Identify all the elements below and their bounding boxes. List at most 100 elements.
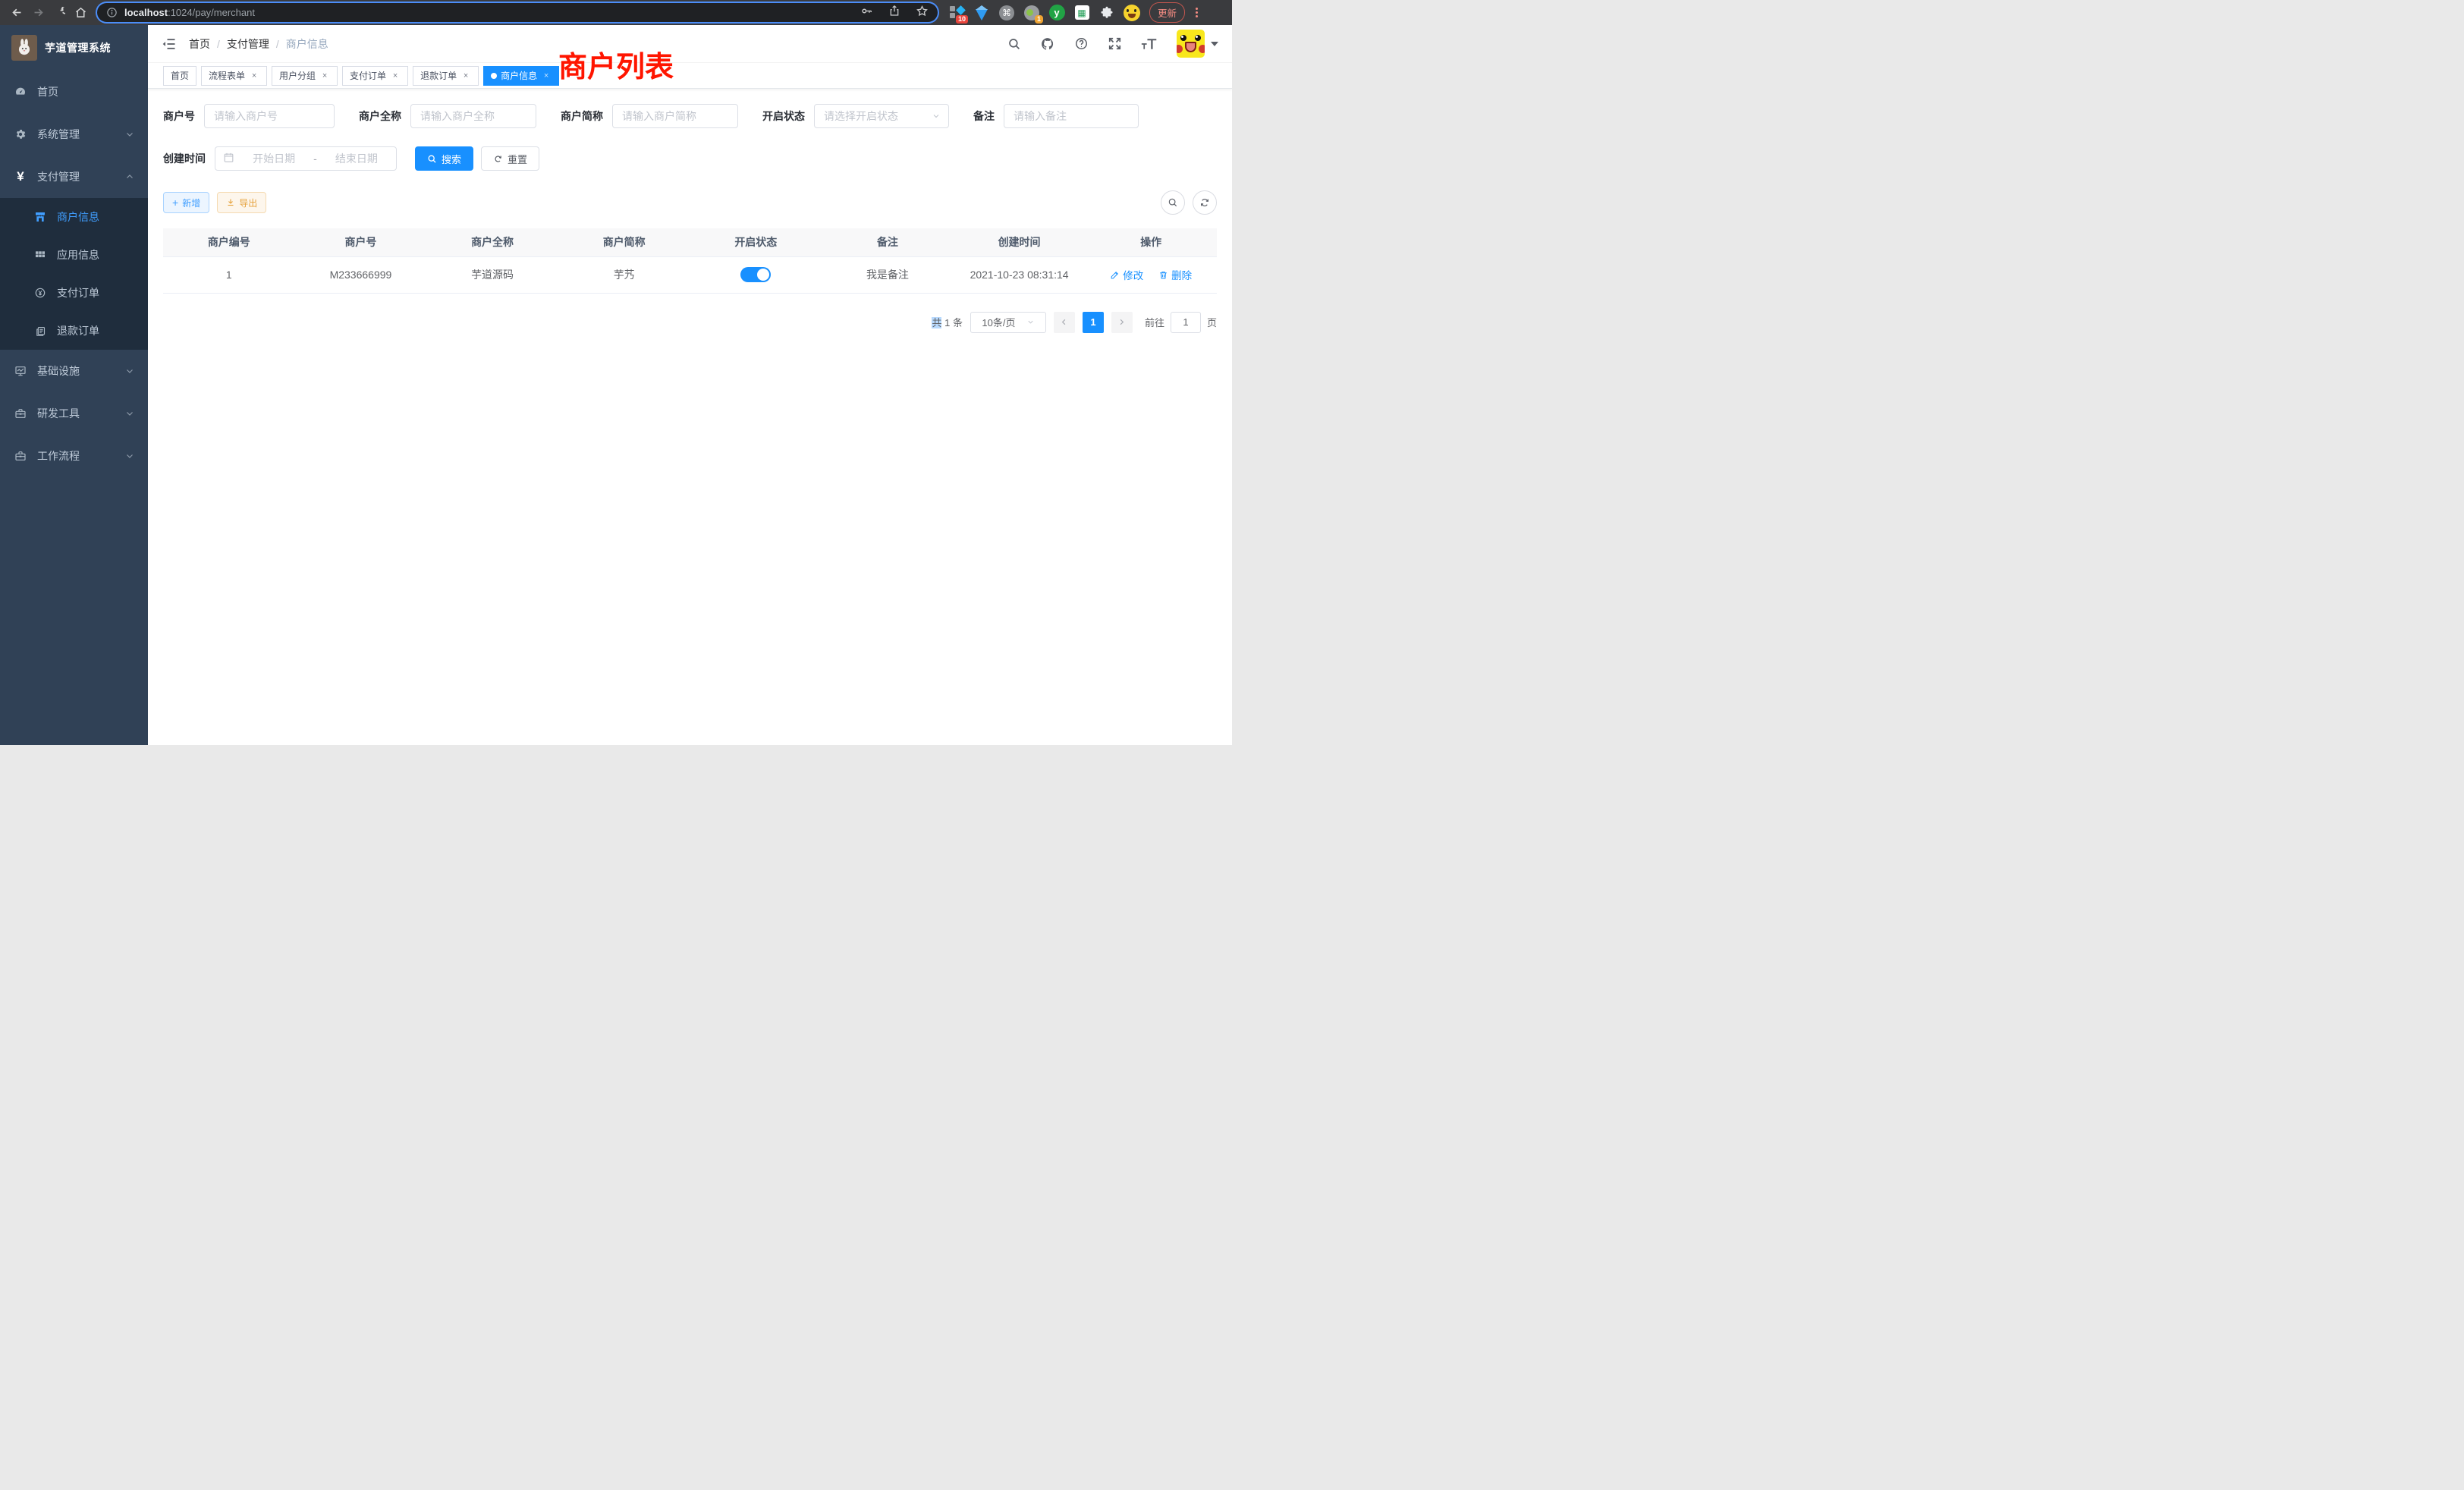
share-icon[interactable]: [888, 5, 900, 20]
extension-y-icon[interactable]: y: [1048, 5, 1065, 21]
sidebar-item-refund-order[interactable]: 退款订单: [0, 312, 148, 350]
tab-refund-order[interactable]: 退款订单×: [413, 66, 479, 86]
refresh-button[interactable]: [1193, 190, 1217, 215]
status-select[interactable]: 请选择开启状态: [814, 104, 949, 128]
sidebar-collapse-icon[interactable]: [162, 36, 177, 52]
export-button[interactable]: 导出: [217, 192, 266, 213]
search-button[interactable]: 搜索: [415, 146, 473, 171]
reload-icon[interactable]: [49, 2, 70, 24]
create-time-range-picker[interactable]: 开始日期 - 结束日期: [215, 146, 397, 171]
col-merchant-id: 商户编号: [163, 228, 295, 256]
browser-menu-icon[interactable]: [1191, 8, 1202, 17]
close-icon[interactable]: ×: [460, 71, 471, 80]
back-icon[interactable]: [6, 2, 27, 24]
chevron-down-icon: [125, 451, 134, 461]
full-name-label: 商户全称: [359, 108, 401, 124]
breadcrumb-home[interactable]: 首页: [189, 36, 210, 52]
close-icon[interactable]: ×: [319, 71, 330, 80]
sidebar-item-infra[interactable]: 基础设施: [0, 350, 148, 392]
tab-home[interactable]: 首页: [163, 66, 196, 86]
cell-full-name: 芋道源码: [426, 256, 558, 293]
sidebar-item-pay-order[interactable]: 支付订单: [0, 274, 148, 312]
short-name-label: 商户简称: [561, 108, 603, 124]
sidebar-item-pay[interactable]: ¥ 支付管理: [0, 156, 148, 198]
forward-icon[interactable]: [27, 2, 49, 24]
calendar-icon: [223, 152, 234, 165]
page-info-icon[interactable]: [106, 7, 118, 18]
close-icon[interactable]: ×: [390, 71, 401, 80]
app-header: 首页 / 支付管理 / 商户信息: [148, 25, 1232, 63]
chevron-down-icon: [125, 366, 134, 376]
cell-merchant-no: M233666999: [295, 256, 427, 293]
page-suffix-label: 页: [1207, 315, 1217, 329]
fullscreen-icon[interactable]: [1108, 36, 1122, 51]
header-search-icon[interactable]: [1007, 37, 1021, 51]
home-icon[interactable]: [70, 2, 91, 24]
sidebar-item-merchant-info[interactable]: 商户信息: [0, 198, 148, 236]
full-name-input[interactable]: [410, 104, 536, 128]
extensions-puzzle-icon[interactable]: [1098, 5, 1115, 21]
extensions-area: 10 ⌘ 1 y ▦: [948, 5, 1140, 21]
extension-badge: 1: [1035, 15, 1043, 24]
reset-button[interactable]: 重置: [481, 146, 539, 171]
extension-emoji-icon[interactable]: [1124, 5, 1140, 21]
extension-command-icon[interactable]: ⌘: [998, 5, 1015, 21]
page-1-button[interactable]: 1: [1083, 312, 1104, 333]
merchant-no-input[interactable]: [204, 104, 335, 128]
cell-actions: 修改 删除: [1085, 256, 1217, 293]
prev-page-button[interactable]: [1054, 312, 1075, 333]
add-button[interactable]: + 新增: [163, 192, 209, 213]
sidebar-item-label: 基础设施: [37, 363, 80, 379]
close-icon[interactable]: ×: [249, 71, 259, 80]
status-toggle-on[interactable]: [740, 267, 771, 282]
extension-gem-icon[interactable]: [973, 5, 990, 21]
sidebar-item-workflow[interactable]: 工作流程: [0, 435, 148, 477]
pagination: 共 1 条 10条/页 1: [163, 312, 1217, 333]
user-menu[interactable]: [1177, 30, 1218, 58]
breadcrumb-pay[interactable]: 支付管理: [227, 36, 269, 52]
next-page-button[interactable]: [1111, 312, 1133, 333]
sidebar-item-label: 研发工具: [37, 406, 80, 421]
help-icon[interactable]: [1074, 36, 1089, 51]
extension-camera-icon[interactable]: 1: [1023, 5, 1040, 21]
goto-page-input[interactable]: [1171, 312, 1201, 333]
font-size-icon[interactable]: [1141, 37, 1158, 51]
url-bar[interactable]: localhost:1024/pay/merchant: [97, 3, 938, 22]
monitor-chart-icon: [14, 365, 27, 377]
short-name-input[interactable]: [612, 104, 738, 128]
table-row: 1 M233666999 芋道源码 芋艿 我是备注 2021-10-23 08:…: [163, 256, 1217, 293]
sidebar-item-app-info[interactable]: 应用信息: [0, 236, 148, 274]
app-title: 芋道管理系统: [45, 40, 111, 55]
breadcrumb: 首页 / 支付管理 / 商户信息: [189, 36, 328, 52]
chevron-down-icon: [125, 409, 134, 418]
remark-input[interactable]: [1004, 104, 1139, 128]
extension-grid-icon[interactable]: 10: [948, 5, 965, 21]
bookmark-star-icon[interactable]: [916, 5, 929, 21]
chrome-update-button[interactable]: 更新: [1149, 2, 1185, 23]
app-logo: 芋道管理系统: [0, 25, 148, 71]
coin-yen-icon: [33, 287, 47, 299]
tab-process-form[interactable]: 流程表单×: [201, 66, 267, 86]
page-size-select[interactable]: 10条/页: [970, 312, 1046, 333]
chevron-down-icon: [932, 112, 941, 121]
status-label: 开启状态: [762, 108, 805, 124]
delete-link[interactable]: 删除: [1158, 267, 1192, 282]
cell-status: [690, 256, 822, 293]
table-header-row: 商户编号 商户号 商户全称 商户简称 开启状态 备注 创建时间 操作: [163, 228, 1217, 256]
toggle-search-button[interactable]: [1161, 190, 1185, 215]
password-key-icon[interactable]: [860, 5, 873, 21]
tab-user-group[interactable]: 用户分组×: [272, 66, 338, 86]
caret-down-icon: [1211, 42, 1218, 46]
breadcrumb-current: 商户信息: [286, 36, 328, 52]
extension-sheet-icon[interactable]: ▦: [1073, 5, 1090, 21]
briefcase-icon: [14, 450, 27, 462]
tab-pay-order[interactable]: 支付订单×: [342, 66, 408, 86]
tab-merchant-info[interactable]: 商户信息×: [483, 66, 559, 86]
sidebar-item-home[interactable]: 首页: [0, 71, 148, 113]
close-icon[interactable]: ×: [541, 71, 552, 80]
edit-link[interactable]: 修改: [1110, 267, 1143, 282]
chevron-down-icon: [125, 130, 134, 139]
sidebar-item-system[interactable]: 系统管理: [0, 113, 148, 156]
github-icon[interactable]: [1040, 36, 1055, 52]
sidebar-item-dev-tools[interactable]: 研发工具: [0, 392, 148, 435]
